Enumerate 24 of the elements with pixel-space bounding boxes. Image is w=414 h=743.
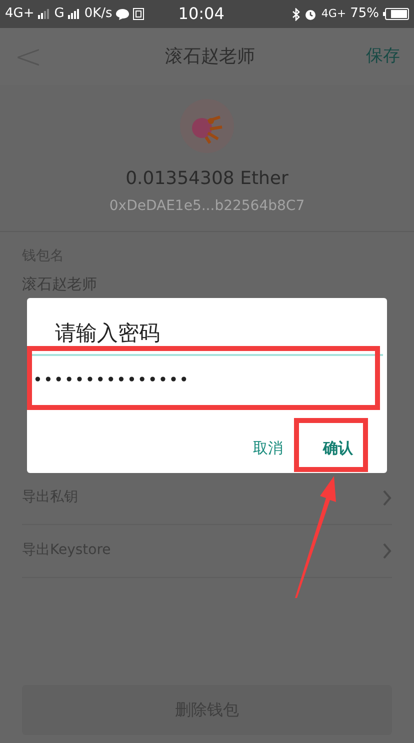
bluetooth-icon (292, 8, 300, 20)
signal-icon (38, 9, 50, 19)
wallet-address: 0xDeDAE1e5...b22564b8C7 (109, 197, 305, 216)
dialog-title: 请输入密码 (55, 320, 161, 347)
back-button[interactable]: < (14, 40, 54, 74)
save-button[interactable]: 保存 (366, 44, 400, 70)
network-label: 4G+ (5, 5, 34, 24)
confirm-button[interactable]: 确认 (323, 436, 353, 459)
network-label: G (54, 5, 64, 24)
signal-icon (68, 9, 80, 19)
speed-label: 0K/s (84, 5, 112, 24)
balance-amount: 0.01354308 Ether (126, 167, 288, 191)
chevron-right-icon (382, 490, 392, 506)
password-field[interactable]: ••••••••••••••• (31, 354, 383, 394)
battery-percent: 75% (350, 5, 379, 24)
battery-icon (383, 8, 409, 20)
cancel-button[interactable]: 取消 (253, 436, 283, 459)
alarm-clock-icon (304, 8, 318, 20)
sim-card-icon (133, 8, 144, 20)
page-title: 滚石赵老师 (164, 45, 256, 69)
network-label: 4G+ (321, 6, 346, 22)
chevron-right-icon (382, 542, 392, 558)
clock-time: 10:04 (178, 3, 224, 25)
chat-bubble-icon (116, 8, 130, 20)
